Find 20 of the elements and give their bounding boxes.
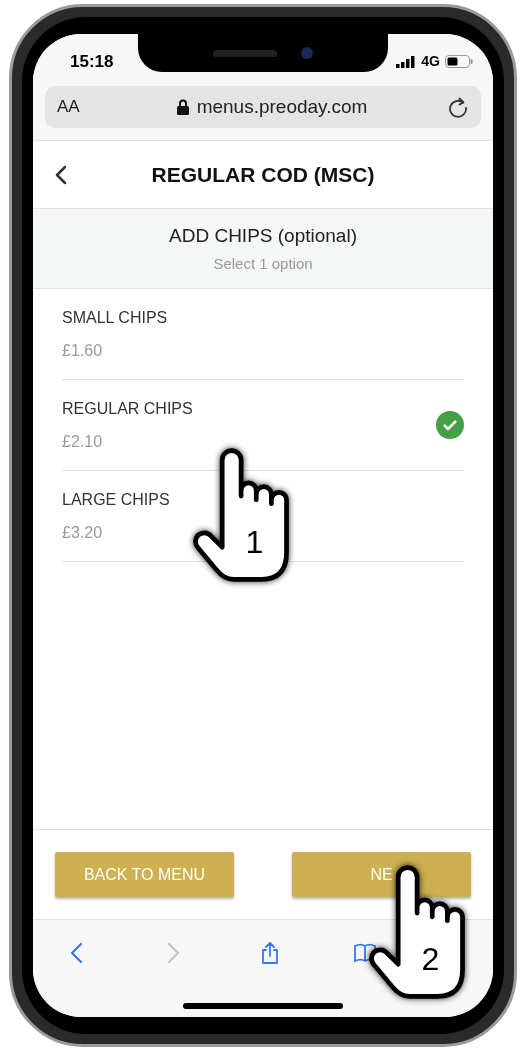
- address-bar[interactable]: AA menus.preoday.com: [45, 86, 481, 128]
- network-label: 4G: [421, 52, 440, 71]
- option-row[interactable]: SMALL CHIPS £1.60: [62, 289, 464, 380]
- option-price: £2.10: [62, 431, 104, 452]
- text-size-button[interactable]: AA: [57, 94, 97, 120]
- option-price: £1.60: [62, 340, 104, 361]
- url-text: menus.preoday.com: [196, 94, 368, 119]
- reload-icon[interactable]: [447, 96, 469, 118]
- battery-icon: [445, 55, 473, 68]
- option-name: SMALL CHIPS: [62, 307, 168, 328]
- back-chevron-icon[interactable]: [55, 164, 67, 185]
- status-time: 15:18: [70, 50, 114, 73]
- option-price: £3.20: [62, 522, 104, 543]
- signal-icon: [396, 55, 417, 68]
- option-name: LARGE CHIPS: [62, 489, 170, 510]
- section-subtitle: Select 1 option: [213, 253, 313, 274]
- page-title: REGULAR COD (MSC): [151, 161, 375, 188]
- section-title: ADD CHIPS (optional): [169, 224, 357, 248]
- lock-icon: [176, 99, 189, 115]
- option-name: REGULAR CHIPS: [62, 398, 193, 419]
